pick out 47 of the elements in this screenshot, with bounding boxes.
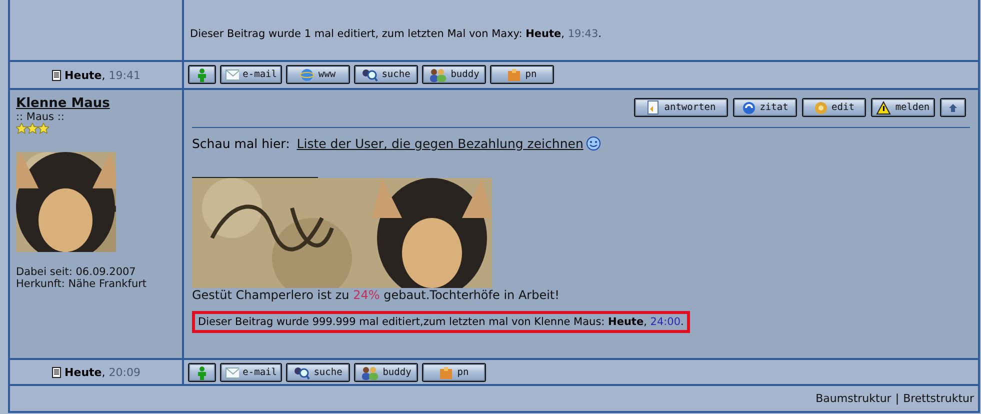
separator: | [895,392,900,405]
search-icon [362,68,378,82]
user-list-link[interactable]: Liste der User, die gegen Bezahlung zeichnen [296,136,584,151]
post-time: Heute, 19:41 [64,68,140,82]
pm-button[interactable]: pn [422,363,486,382]
edit-note: Dieser Beitrag wurde 999.999 mal editiert,zum letzten mal von Klenne Maus: Heute, 24:00. [192,311,690,333]
search-button[interactable]: suche [354,65,418,84]
document-icon [646,100,660,115]
signature-text: Gestüt Champerlero ist zu 24% gebaut.Tochterhöfe in Arbeit! [192,288,560,302]
report-button[interactable]: melden [871,98,935,117]
buddy-button[interactable]: buddy [354,363,418,382]
email-button[interactable]: e-mail [220,363,282,382]
view-link[interactable]: Baumstruktur [816,392,892,405]
document-icon [52,70,61,80]
quote-button[interactable]: zitat [733,98,797,117]
package-icon [439,366,454,380]
reply-button[interactable]: antworten [634,98,728,117]
post-time: Heute, 20:09 [64,366,140,378]
document-icon [52,366,61,378]
join-date: Dabei seit: 06.09.2007 [16,266,137,278]
view-link[interactable]: Brettstruktur [903,392,974,405]
www-button[interactable]: www [286,65,350,84]
message-text: Schau mal hier: [192,136,291,151]
arrow-up-icon [948,102,958,112]
refresh-icon [742,100,756,114]
pm-button[interactable]: pn [490,65,554,84]
edit-button[interactable]: edit [802,98,866,117]
email-button[interactable]: e-mail [220,65,282,84]
globe-icon [300,68,314,82]
search-icon [294,366,310,380]
package-icon [507,68,522,82]
person-icon [197,68,207,82]
buddy-button[interactable]: buddy [422,65,486,84]
profile-button[interactable] [188,363,216,382]
person-icon [197,366,207,380]
people-icon [428,68,447,82]
author-rank: :: Maus :: [16,111,66,123]
profile-button[interactable] [188,65,216,84]
search-button[interactable]: suche [286,363,350,382]
envelope-icon [225,68,239,81]
people-icon [360,366,379,380]
warning-icon [876,100,892,114]
edit-note: Dieser Beitrag wurde 1 mal editiert, zum letzten Mal von Maxy: Heute, 19:43. [189,27,602,42]
envelope-icon [225,366,239,379]
origin: Herkunft: Nähe Frankfurt [16,278,148,290]
top-button[interactable] [940,98,966,117]
author-name[interactable]: Klenne Maus [16,96,176,111]
